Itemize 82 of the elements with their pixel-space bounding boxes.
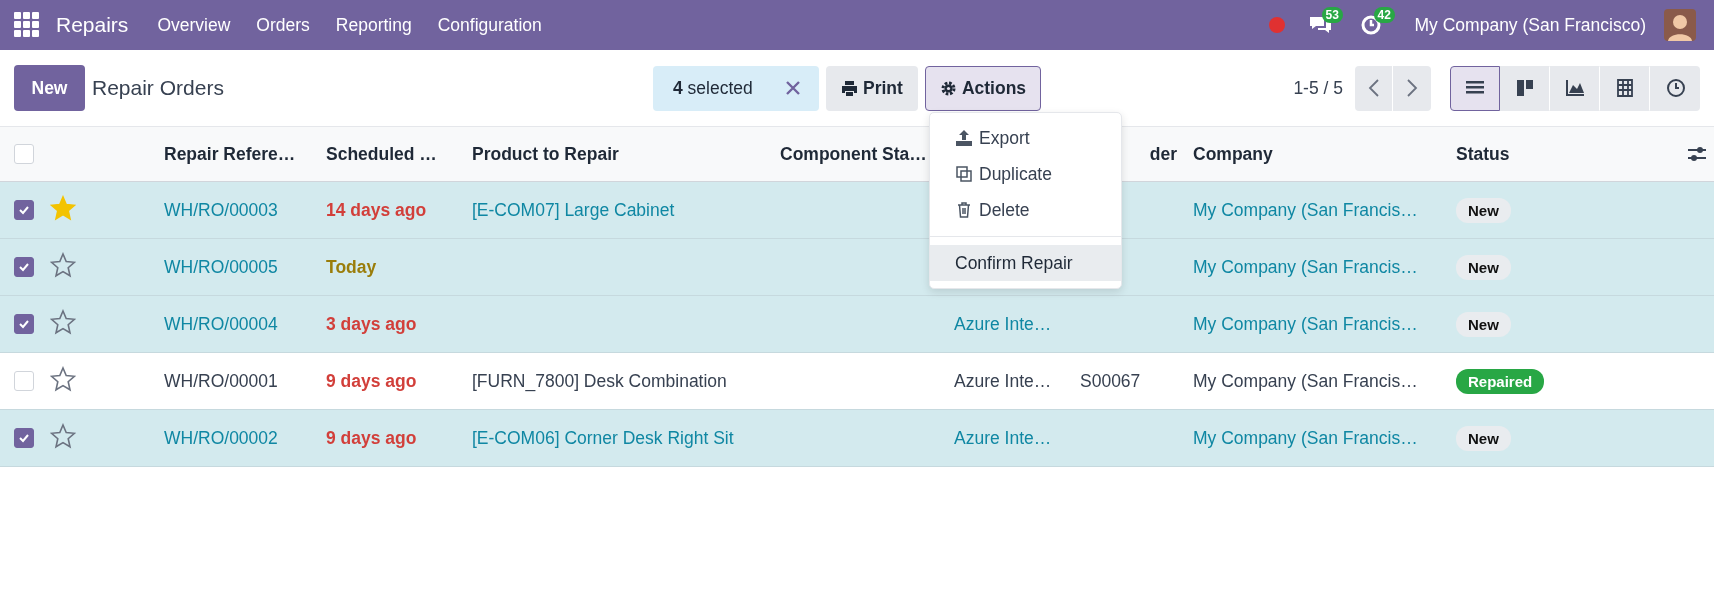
print-button[interactable]: Print — [826, 65, 918, 111]
upload-icon — [955, 129, 973, 147]
table-cell-text: [E-COM07] Large Cabinet — [471, 199, 675, 221]
column-header[interactable]: Component Sta… — [766, 143, 927, 165]
menu-item[interactable]: Orders — [243, 14, 323, 36]
star-icon[interactable] — [50, 195, 76, 221]
gear-icon — [939, 79, 957, 97]
dropdown-item[interactable]: Delete — [930, 192, 1121, 228]
table-cell-text: 9 days ago — [325, 370, 417, 392]
star-icon[interactable] — [50, 252, 76, 278]
printer-icon — [841, 79, 858, 97]
column-header[interactable]: Product to Repair — [458, 143, 619, 165]
activity-count: 42 — [1373, 7, 1395, 23]
close-icon[interactable] — [785, 80, 801, 96]
app-grid-icon[interactable] — [14, 12, 40, 38]
column-header[interactable]: Company — [1179, 143, 1273, 165]
table-cell-text: WH/RO/00004 — [163, 313, 278, 335]
page-title: Repair Orders — [92, 76, 224, 100]
column-header[interactable]: Repair Refere… — [150, 143, 296, 165]
table-view-icon — [1614, 77, 1636, 99]
column-header[interactable]: Scheduled … — [312, 143, 437, 165]
table-cell-text: Azure Inte… — [953, 370, 1052, 392]
table-cell-text: WH/RO/00005 — [163, 256, 278, 278]
menu-item[interactable]: Reporting — [322, 14, 425, 36]
table-cell-text: S00067 — [1079, 370, 1141, 392]
status-badge: New — [1456, 254, 1511, 280]
company-switcher[interactable]: My Company (San Francisco) — [1414, 14, 1646, 36]
app-name[interactable]: Repairs — [56, 13, 129, 37]
previous-button[interactable] — [1355, 65, 1393, 111]
pager-text: 1-5 / 5 — [1293, 77, 1343, 99]
chevron-left-icon — [1366, 78, 1381, 98]
column-header[interactable]: Status — [1442, 143, 1510, 165]
status-badge: New — [1456, 197, 1511, 223]
table-cell-text: My Company (San Francis… — [1192, 427, 1418, 449]
table-row[interactable]: WH/RO/00002 9 days ago [E-COM06] Corner Desk Right Sit Azure Inte… My Company (San Francis… New — [0, 410, 1714, 467]
chevron-right-icon — [1405, 78, 1419, 98]
star-icon[interactable] — [50, 309, 76, 335]
table-cell-text: Today — [325, 256, 377, 278]
menu-item[interactable]: Overview — [144, 14, 244, 36]
menu-item[interactable]: Configuration — [424, 14, 555, 36]
copy-icon — [955, 165, 973, 183]
checkbox[interactable] — [14, 428, 34, 448]
dropdown-item[interactable]: Export — [930, 120, 1121, 156]
table-cell-text: 14 days ago — [325, 199, 427, 221]
table-cell-text: 3 days ago — [325, 313, 417, 335]
table-cell-text: WH/RO/00003 — [163, 199, 278, 221]
trash-icon — [955, 201, 973, 219]
new-button[interactable]: New — [14, 65, 85, 111]
view-switch-button[interactable] — [1650, 65, 1700, 111]
kanban-view-icon — [1514, 77, 1536, 99]
status-badge: New — [1456, 311, 1511, 337]
chart-view-icon — [1564, 77, 1586, 99]
actions-button[interactable]: Actions — [924, 65, 1042, 111]
table-cell-text: 9 days ago — [325, 427, 417, 449]
table-cell-text: My Company (San Francis… — [1192, 199, 1418, 221]
dropdown-item[interactable]: Confirm Repair — [930, 245, 1121, 281]
status-badge: New — [1456, 425, 1511, 451]
avatar-icon[interactable] — [1664, 9, 1696, 41]
table-cell-text: Azure Inte… — [953, 427, 1052, 449]
view-switch-button[interactable] — [1450, 65, 1500, 111]
table-cell-text: WH/RO/00002 — [163, 427, 278, 449]
column-header[interactable]: der — [1135, 143, 1179, 165]
status-dot-icon[interactable] — [1268, 17, 1285, 33]
table-cell-text: WH/RO/00001 — [163, 370, 278, 392]
table-cell-text: My Company (San Francis… — [1192, 256, 1418, 278]
clock-icon — [1664, 77, 1687, 99]
table-cell-text: My Company (San Francis… — [1192, 370, 1418, 392]
dropdown-item[interactable]: Duplicate — [930, 156, 1121, 192]
message-count: 53 — [1321, 7, 1343, 23]
checkbox[interactable] — [14, 257, 34, 277]
star-icon[interactable] — [50, 423, 76, 449]
table-cell-text: [FURN_7800] Desk Combination — [471, 370, 727, 392]
next-button[interactable] — [1393, 65, 1431, 111]
table-cell-text: Azure Inte… — [953, 313, 1052, 335]
table-cell-text: [E-COM06] Corner Desk Right Sit — [471, 427, 734, 449]
table-row[interactable]: WH/RO/00004 3 days ago Azure Inte… My Company (San Francis… New — [0, 296, 1714, 353]
status-badge: Repaired — [1456, 368, 1545, 394]
checkbox[interactable] — [14, 200, 34, 220]
checkbox[interactable] — [14, 314, 34, 334]
selection-count: 4 selected — [673, 77, 753, 99]
table-cell-text: My Company (San Francis… — [1192, 313, 1418, 335]
star-icon[interactable] — [50, 366, 76, 392]
